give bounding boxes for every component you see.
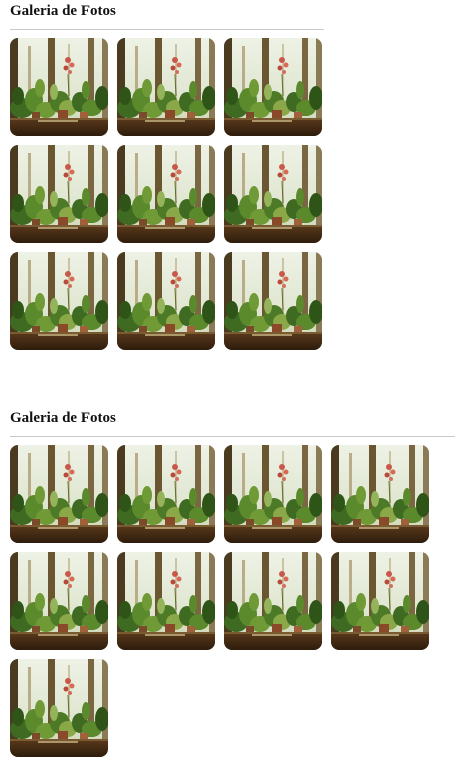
- gallery-photo[interactable]: [224, 145, 322, 243]
- gallery-grid: [10, 445, 455, 757]
- gallery-photo[interactable]: [10, 659, 108, 757]
- gallery-photo[interactable]: [10, 38, 108, 136]
- window-plants-image: [331, 445, 429, 543]
- window-plants-image: [117, 38, 215, 136]
- gallery-photo[interactable]: [224, 552, 322, 650]
- gallery-photo[interactable]: [117, 38, 215, 136]
- window-plants-image: [10, 252, 108, 350]
- window-plants-image: [224, 145, 322, 243]
- window-plants-image: [224, 552, 322, 650]
- photo-gallery-4-columns: Galeria de Fotos: [10, 409, 455, 757]
- gallery-divider: [10, 436, 455, 437]
- gallery-photo[interactable]: [10, 145, 108, 243]
- window-plants-image: [117, 552, 215, 650]
- gallery-title: Galeria de Fotos: [10, 410, 116, 426]
- gallery-photo[interactable]: [10, 552, 108, 650]
- window-plants-image: [224, 252, 322, 350]
- gallery-photo[interactable]: [224, 38, 322, 136]
- window-plants-image: [10, 445, 108, 543]
- window-plants-image: [117, 145, 215, 243]
- window-plants-image: [117, 252, 215, 350]
- window-plants-image: [331, 552, 429, 650]
- gallery-photo[interactable]: [224, 445, 322, 543]
- window-plants-image: [224, 38, 322, 136]
- gallery-divider: [10, 29, 324, 30]
- window-plants-image: [117, 445, 215, 543]
- gallery-grid: [10, 38, 324, 350]
- gallery-photo[interactable]: [10, 252, 108, 350]
- gallery-photo[interactable]: [117, 252, 215, 350]
- gallery-photo[interactable]: [117, 445, 215, 543]
- gallery-photo[interactable]: [10, 445, 108, 543]
- gallery-photo[interactable]: [224, 252, 322, 350]
- window-plants-image: [10, 38, 108, 136]
- gallery-photo[interactable]: [117, 145, 215, 243]
- gallery-photo[interactable]: [117, 552, 215, 650]
- window-plants-image: [10, 552, 108, 650]
- gallery-photo[interactable]: [331, 552, 429, 650]
- window-plants-image: [10, 659, 108, 757]
- gallery-title: Galeria de Fotos: [10, 3, 116, 19]
- window-plants-image: [224, 445, 322, 543]
- gallery-photo[interactable]: [331, 445, 429, 543]
- photo-gallery-3-columns: Galeria de Fotos: [10, 2, 324, 350]
- window-plants-image: [10, 145, 108, 243]
